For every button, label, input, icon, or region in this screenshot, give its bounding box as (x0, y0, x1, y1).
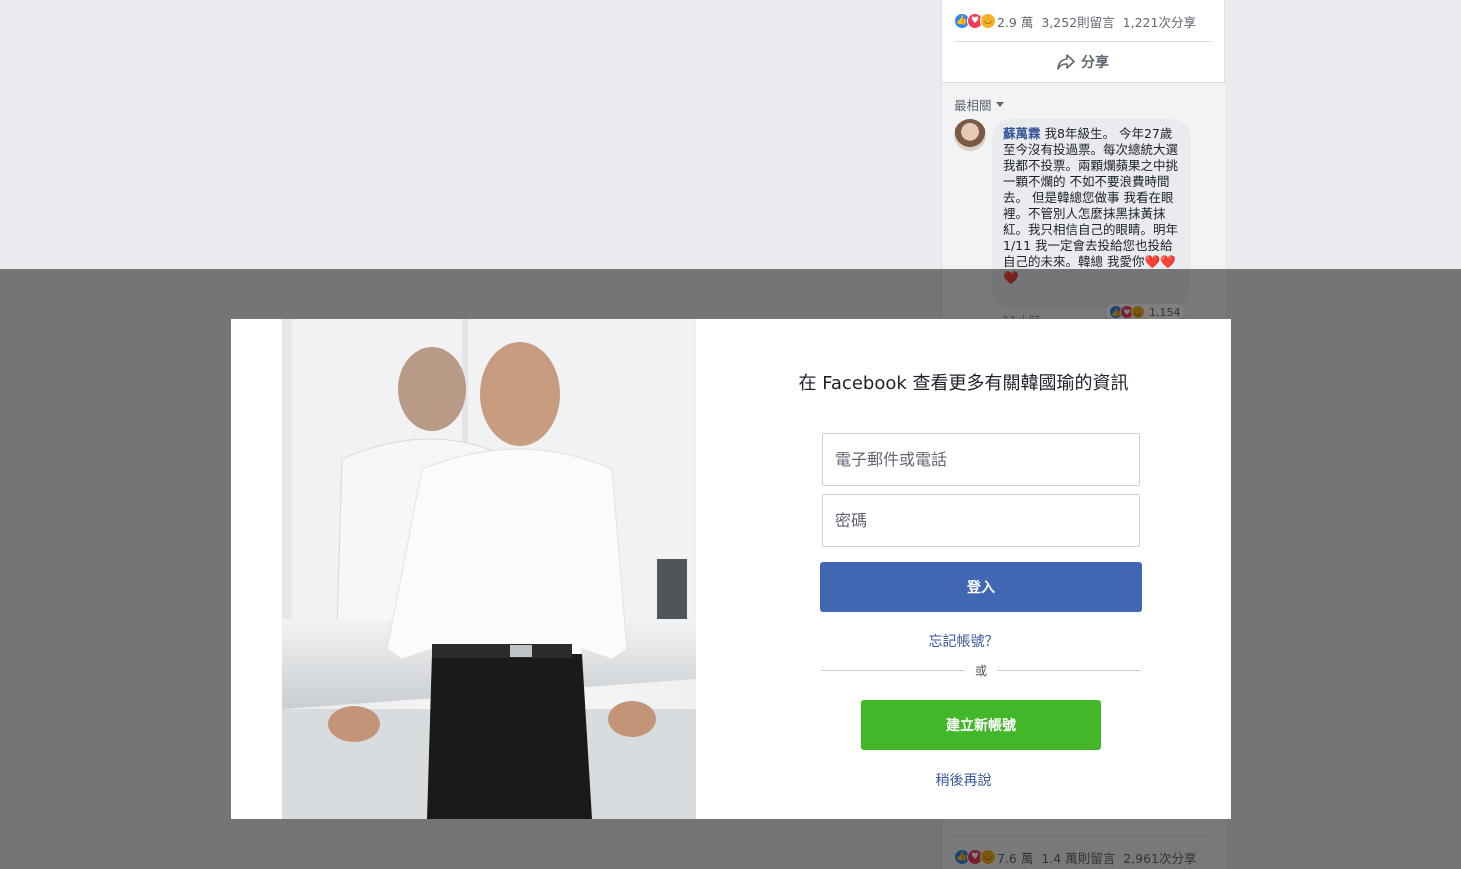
forgot-account-link[interactable]: 忘記帳號？ (696, 631, 1231, 651)
comment-count[interactable]: 3,252則留言 (1041, 12, 1114, 31)
comment-text: 我8年級生。 今年27歲 至今沒有投過票。每次總統大選我都不投票。兩顆爛蘋果之中… (1003, 126, 1179, 285)
reaction-count[interactable]: 2.9 萬 (997, 12, 1033, 31)
share-count[interactable]: 1,221次分享 (1123, 12, 1196, 31)
divider-line (997, 669, 1142, 671)
or-divider: 或 (821, 661, 1142, 679)
share-label: 分享 (1081, 55, 1109, 71)
or-label: 或 (975, 663, 988, 678)
divider-line (821, 669, 965, 671)
reaction-icons[interactable]: 👍 ♥ ◡ (954, 13, 996, 29)
create-account-button[interactable]: 建立新帳號 (861, 700, 1101, 750)
modal-title: 在 Facebook 查看更多有關韓國瑜的資訊 (798, 373, 1129, 394)
caret-down-icon (995, 102, 1004, 107)
comment-author[interactable]: 蘇萬霖 (1003, 126, 1041, 141)
post-stats: 👍 ♥ ◡ 2.9 萬 3,252則留言 1,221次分享 (954, 10, 1214, 32)
login-modal: 在 Facebook 查看更多有關韓國瑜的資訊 登入 忘記帳號？ 或 建立新帳號… (231, 319, 1231, 819)
divider (954, 41, 1212, 42)
sort-label: 最相關 (954, 98, 992, 113)
share-arrow-icon (1057, 54, 1075, 70)
not-now-link[interactable]: 稍後再說 (696, 770, 1231, 790)
comment-sort-dropdown[interactable]: 最相關 (954, 95, 1004, 114)
login-button[interactable]: 登入 (820, 562, 1142, 612)
share-button[interactable]: 分享 (954, 50, 1212, 74)
profile-photo (282, 319, 696, 819)
login-pane: 在 Facebook 查看更多有關韓國瑜的資訊 登入 忘記帳號？ 或 建立新帳號… (696, 319, 1231, 819)
photo-illustration (282, 319, 696, 819)
haha-icon: ◡ (980, 13, 996, 29)
password-input[interactable] (822, 494, 1140, 547)
email-input[interactable] (822, 433, 1140, 486)
avatar[interactable] (954, 119, 986, 151)
